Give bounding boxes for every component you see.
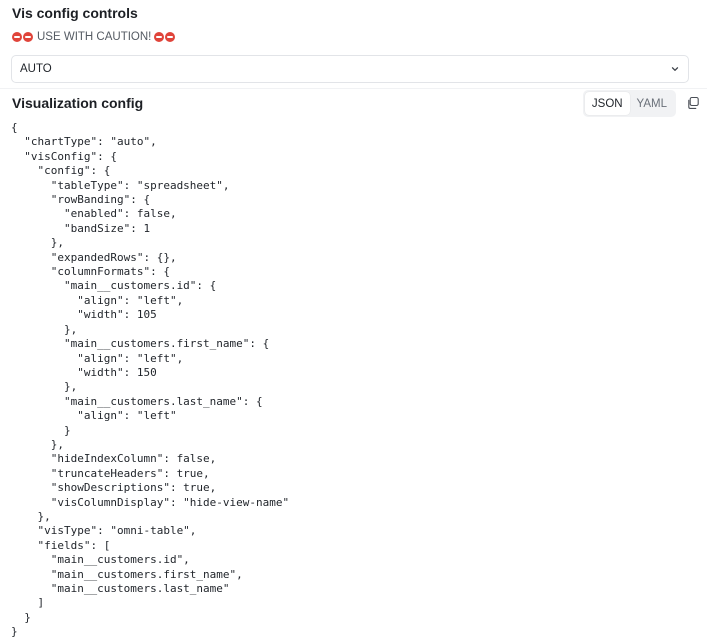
yaml-tab[interactable]: YAML [630,92,675,115]
chart-type-select[interactable]: AUTO [11,55,689,83]
caution-banner: USE WITH CAUTION! [12,29,176,45]
no-entry-icon [23,32,33,42]
vis-controls-title: Vis config controls [12,5,138,21]
code-line: "rowBanding": { [11,193,151,207]
visualization-config-title: Visualization config [12,95,144,111]
code-line: { [11,121,18,134]
chart-type-select-value: AUTO [20,63,52,75]
json-tab[interactable]: JSON [585,92,630,115]
code-line: "width": 105 [11,308,157,322]
format-toggle: JSON YAML [583,90,676,117]
no-entry-icon [12,32,22,42]
copy-icon[interactable] [686,96,700,110]
chevron-down-icon [670,64,680,74]
code-line: ] [11,596,45,610]
code-line: }, [11,236,64,250]
code-line: "config": { [11,164,111,178]
code-line: "align": "left" [11,409,177,423]
code-line: "main__customers.first_name", [11,567,243,581]
caution-text: USE WITH CAUTION! [37,31,152,43]
code-line: "main__customers.last_name": { [11,394,263,408]
code-line: "showDescriptions": true, [11,481,217,495]
no-entry-icon [154,32,165,42]
code-line: "main__customers.id": { [11,279,217,293]
code-line: "visColumnDisplay": "hide-view-name" [11,495,290,509]
config-code-block: { "chartType": "auto", "visConfig": { "c… [11,121,691,640]
code-line: "enabled": false, [11,207,177,221]
code-line: }, [11,380,78,394]
code-line: "main__customers.id", [11,553,190,567]
code-line: "columnFormats": { [11,265,170,279]
code-line: "fields": [ [11,538,111,552]
code-line: "chartType": "auto", [11,135,157,149]
code-line: }, [11,322,78,336]
vis-config-page: Vis config controls USE WITH CAUTION! AU… [0,0,707,641]
code-line: }, [11,437,64,451]
code-line: "main__customers.last_name" [11,582,230,595]
code-line: } [11,610,31,624]
section-divider [0,88,707,89]
code-line: } [11,423,71,437]
code-line: } [11,625,18,639]
code-line: }, [11,509,51,523]
code-line: "tableType": "spreadsheet", [11,178,230,192]
code-line: "bandSize": 1 [11,221,151,235]
code-line: "visConfig": { [11,149,117,163]
code-line: "align": "left", [11,351,184,365]
no-entry-icon [165,32,176,42]
code-line: "main__customers.first_name": { [11,337,270,351]
code-line: "align": "left", [11,293,184,307]
code-line: "visType": "omni-table", [11,524,197,538]
code-line: "hideIndexColumn": false, [11,452,217,466]
code-line: "truncateHeaders": true, [11,466,210,480]
code-line: "expandedRows": {}, [11,250,177,264]
code-line: "width": 150 [11,365,157,379]
